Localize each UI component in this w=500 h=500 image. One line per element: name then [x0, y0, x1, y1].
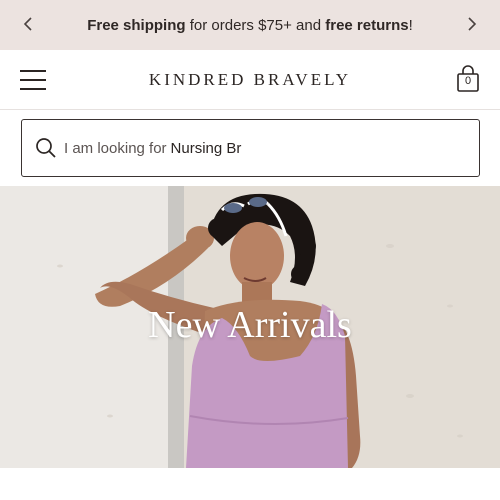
chevron-right-icon[interactable]: [460, 12, 484, 36]
hero-banner[interactable]: New Arrivals: [0, 186, 500, 468]
announcement-bar: Free shipping for orders $75+ and free r…: [0, 0, 500, 50]
free-returns-text: free returns: [325, 16, 409, 34]
exclamation-text: !: [408, 16, 413, 34]
search-icon[interactable]: [34, 136, 58, 160]
shopping-bag-icon[interactable]: 0: [456, 65, 480, 93]
search-typed-text: Nursing Br: [170, 139, 242, 157]
announcement-text: Free shipping for orders $75+ and free r…: [87, 17, 413, 34]
orders-text: for orders $75+ and: [185, 16, 326, 34]
search-section: I am looking for Nursing Br: [0, 110, 500, 186]
free-shipping-text: Free shipping: [87, 16, 186, 34]
cart-count: 0: [464, 75, 472, 87]
brand-logo[interactable]: KINDRED BRAVELY: [100, 70, 400, 90]
hamburger-menu-icon[interactable]: [20, 67, 48, 93]
page-below-hero: [0, 468, 500, 500]
chevron-left-icon[interactable]: [16, 12, 40, 36]
search-placeholder-prefix: I am looking for: [64, 139, 167, 157]
hero-headline: New Arrivals: [148, 304, 352, 346]
site-header: KINDRED BRAVELY 0: [0, 50, 500, 110]
search-input[interactable]: I am looking for Nursing Br: [21, 119, 480, 177]
